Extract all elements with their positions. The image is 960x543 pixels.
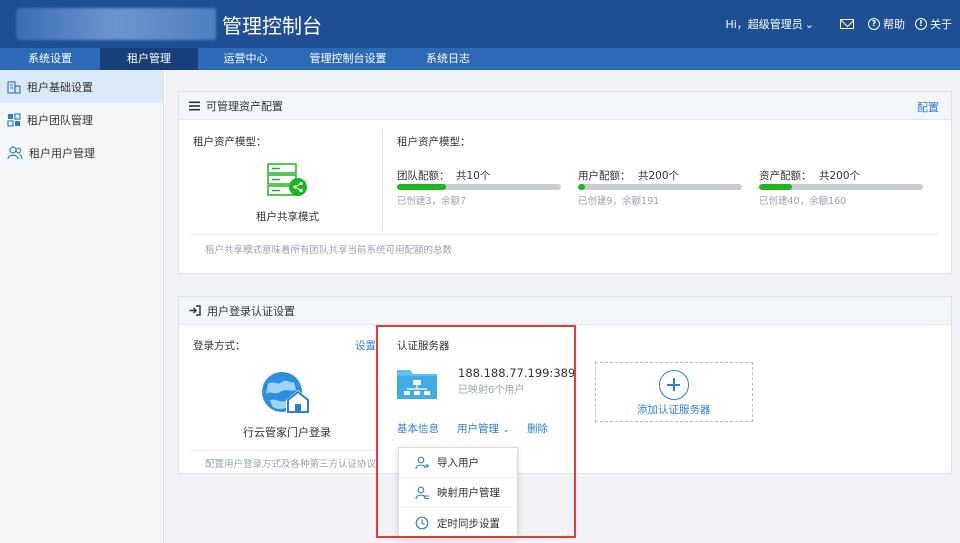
auth-panel-note: 配置用户登录方式及各种第三方认证协议 bbox=[205, 459, 377, 470]
sidebar: 租户基础设置 租户团队管理 租户用户管理 bbox=[0, 70, 164, 543]
sidebar-item-tenant-team-management[interactable]: 租户团队管理 bbox=[0, 103, 163, 136]
about-label: 关于 bbox=[930, 18, 952, 31]
user-quota-detail: 已创建9，余额191 bbox=[578, 196, 660, 207]
help-label: 帮助 bbox=[883, 18, 905, 31]
nav-item-operations-center[interactable]: 运营中心 bbox=[198, 48, 293, 70]
help-button[interactable]: ? 帮助 bbox=[868, 16, 905, 32]
list-icon bbox=[189, 101, 200, 111]
building-icon bbox=[7, 80, 21, 94]
login-method-name: 行云管家门户登录 bbox=[243, 426, 331, 439]
shared-mode-name: 租户共享模式 bbox=[256, 211, 319, 223]
user-quota-progress bbox=[578, 184, 742, 190]
asset-quota-fill bbox=[759, 184, 792, 190]
asset-quota-name: 资产配额： bbox=[759, 170, 812, 182]
chevron-down-icon: ⌄ bbox=[804, 18, 814, 31]
info-icon: ! bbox=[915, 18, 927, 30]
top-bar: 管理控制台 Hi，超级管理员 ⌄ ? 帮助 ! 关于 bbox=[0, 0, 960, 48]
asset-panel-title: 可管理资产配置 bbox=[206, 99, 283, 113]
sidebar-item-label: 租户基础设置 bbox=[27, 80, 93, 94]
asset-model-label-right: 租户资产模型： bbox=[397, 136, 471, 148]
auth-panel-header: 用户登录认证设置 bbox=[179, 297, 951, 325]
config-link[interactable]: 配置 bbox=[917, 99, 939, 115]
sidebar-item-tenant-user-management[interactable]: 租户用户管理 bbox=[0, 136, 163, 169]
team-quota-name: 团队配额： bbox=[397, 170, 450, 182]
about-button[interactable]: ! 关于 bbox=[915, 16, 952, 32]
user-quota-total: 共200个 bbox=[638, 170, 680, 182]
user-quota-name: 用户配额： bbox=[578, 170, 631, 182]
asset-note-divider bbox=[190, 234, 940, 235]
asset-panel-note: 租户共享模式意味着所有团队共享当前系统可用配额的总数 bbox=[205, 245, 453, 256]
team-quota-total: 共10个 bbox=[456, 170, 491, 182]
users-icon bbox=[7, 145, 23, 159]
sidebar-item-tenant-basic-settings[interactable]: 租户基础设置 bbox=[0, 70, 163, 103]
team-quota-detail: 已创建3，余额7 bbox=[397, 196, 467, 207]
user-greeting-label: Hi，超级管理员 bbox=[725, 18, 803, 31]
nav-item-console-settings[interactable]: 管理控制台设置 bbox=[293, 48, 403, 70]
sidebar-item-label: 租户团队管理 bbox=[27, 113, 93, 127]
nav-item-tenant-management[interactable]: 租户管理 bbox=[100, 48, 198, 70]
asset-quota-progress bbox=[759, 184, 923, 190]
login-set-link[interactable]: 设置 bbox=[355, 338, 376, 353]
mail-button[interactable] bbox=[840, 19, 854, 29]
team-quota-fill bbox=[397, 184, 447, 190]
app-title: 管理控制台 bbox=[222, 14, 322, 38]
user-greeting-menu[interactable]: Hi，超级管理员 ⌄ bbox=[725, 16, 814, 32]
asset-quota-detail: 已创建40，余额160 bbox=[759, 196, 847, 207]
company-logo-blurred bbox=[16, 8, 216, 40]
plus-circle-icon bbox=[659, 370, 689, 400]
grid-icon bbox=[7, 112, 21, 127]
sidebar-item-label: 租户用户管理 bbox=[29, 146, 95, 160]
auth-note-divider bbox=[190, 450, 380, 451]
asset-panel-divider bbox=[382, 130, 383, 230]
portal-globe-icon bbox=[262, 372, 310, 414]
team-quota-progress bbox=[397, 184, 561, 190]
top-right-toolbar: Hi，超级管理员 ⌄ ? 帮助 ! 关于 bbox=[725, 16, 952, 32]
asset-panel-header: 可管理资产配置 配置 bbox=[179, 92, 951, 120]
login-method-label: 登录方式： bbox=[193, 340, 246, 352]
asset-model-label-left: 租户资产模型： bbox=[193, 136, 267, 148]
nav-item-system-settings[interactable]: 系统设置 bbox=[0, 48, 100, 70]
asset-quota-total: 共200个 bbox=[819, 170, 861, 182]
main-nav: 系统设置 租户管理 运营中心 管理控制台设置 系统日志 bbox=[0, 48, 960, 70]
user-quota-fill bbox=[578, 184, 586, 190]
help-icon: ? bbox=[868, 18, 880, 30]
nav-item-system-logs[interactable]: 系统日志 bbox=[403, 48, 493, 70]
highlight-annotation-box bbox=[376, 325, 576, 538]
add-auth-server-label: 添加认证服务器 bbox=[637, 404, 711, 416]
auth-panel-title: 用户登录认证设置 bbox=[207, 304, 295, 318]
sign-in-icon bbox=[189, 305, 201, 316]
shared-server-icon bbox=[267, 163, 307, 196]
mail-icon bbox=[840, 19, 854, 29]
